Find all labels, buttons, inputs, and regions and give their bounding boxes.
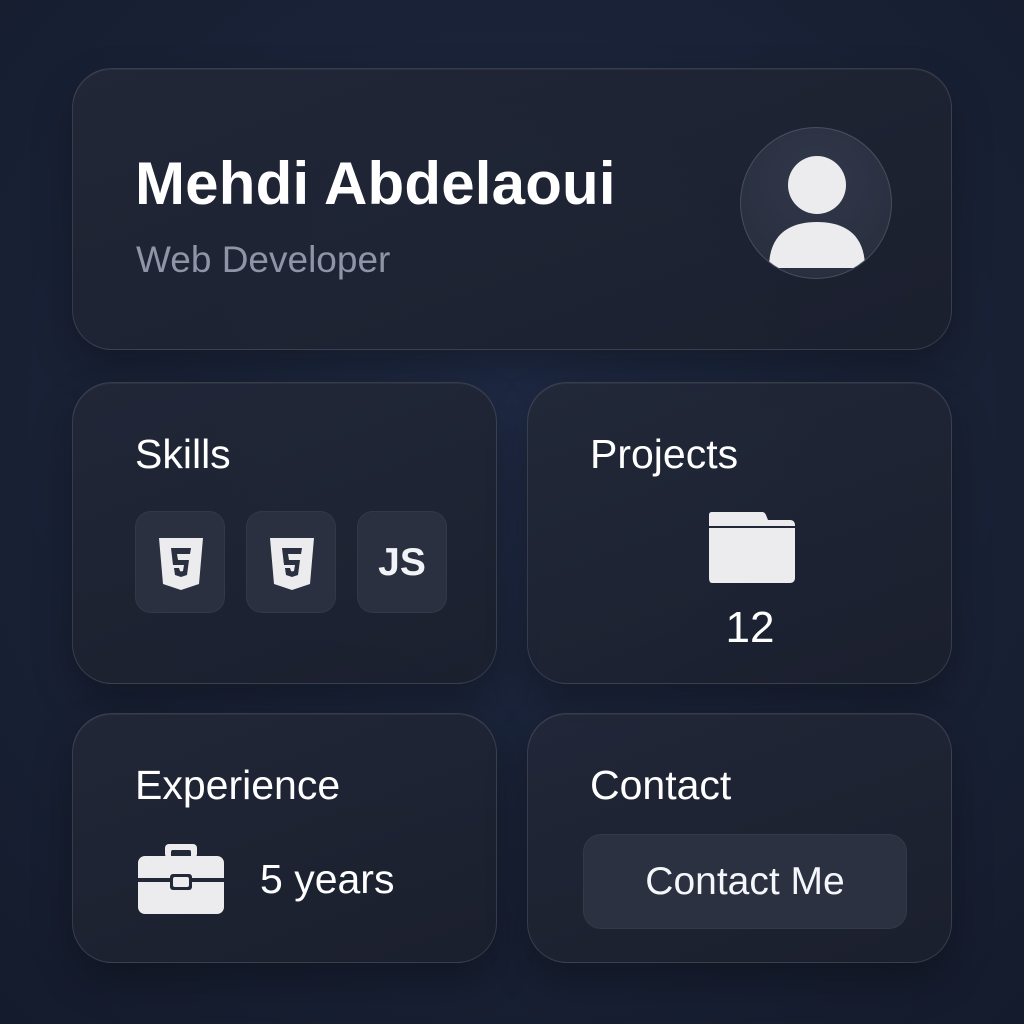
skill-item-javascript[interactable]: JS [357, 511, 447, 613]
experience-card: Experience 5 years [72, 713, 497, 963]
javascript-icon: JS [378, 541, 426, 584]
experience-title: Experience [135, 762, 341, 808]
user-icon [769, 156, 865, 268]
projects-card[interactable]: Projects 12 [527, 382, 952, 684]
projects-title: Projects [590, 431, 739, 477]
contact-card: Contact Contact Me [527, 713, 952, 963]
profile-role: Web Developer [136, 239, 391, 280]
profile-card: Mehdi Abdelaoui Web Developer [72, 68, 952, 350]
html5-icon [270, 538, 314, 590]
experience-value: 5 years [260, 856, 395, 902]
skill-item-html5[interactable] [246, 511, 336, 613]
html5-icon [159, 538, 203, 590]
portfolio-page: { "profile": { "name": "Mehdi Abdelaoui"… [0, 0, 1024, 1024]
skills-title: Skills [135, 431, 231, 477]
profile-name: Mehdi Abdelaoui [135, 150, 616, 217]
skills-card: Skills JS [72, 382, 497, 684]
skill-item-html5[interactable] [135, 511, 225, 613]
briefcase-icon [138, 844, 224, 914]
avatar[interactable] [740, 127, 892, 279]
contact-title: Contact [590, 762, 732, 808]
projects-count: 12 [725, 603, 775, 652]
contact-me-button[interactable]: Contact Me [583, 834, 907, 929]
folder-icon [709, 512, 795, 583]
